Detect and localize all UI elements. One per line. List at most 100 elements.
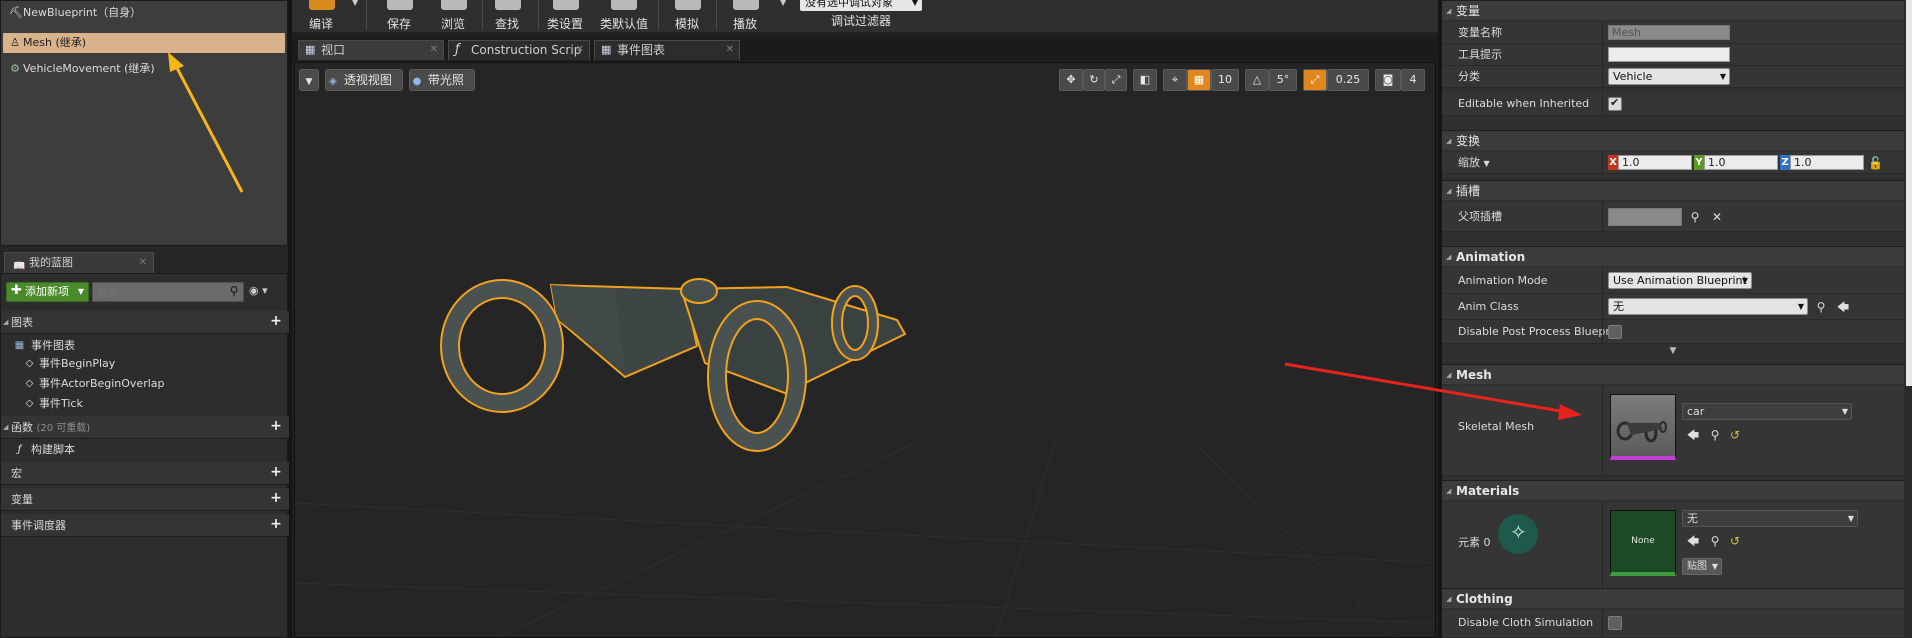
material-combo[interactable]: 无 ▼ [1682, 510, 1858, 527]
simulate-button[interactable]: 模拟 [662, 0, 712, 32]
add-dispatcher-button[interactable]: + [269, 517, 283, 532]
reset-icon[interactable]: ↺ [1728, 428, 1742, 442]
surface-snap-icon[interactable]: ⌖ [1163, 69, 1187, 91]
disable-cloth-checkbox[interactable] [1608, 616, 1622, 630]
view-options-icon[interactable]: ◉ ▾ [249, 284, 283, 298]
use-selected-arrow-icon[interactable]: 🡄 [1836, 300, 1850, 314]
search-icon[interactable]: ⚲ [1708, 534, 1722, 548]
section-variables[interactable]: 变量 + [1, 488, 289, 511]
car-skeletal-mesh[interactable] [440, 278, 907, 452]
play-options-chevron-icon[interactable]: ▼ [780, 0, 786, 7]
variable-name-field[interactable]: Mesh [1608, 25, 1730, 40]
disable-post-process-checkbox[interactable] [1608, 325, 1622, 339]
class-settings-button[interactable]: 类设置 [540, 0, 590, 32]
section-functions[interactable]: ◢ 函数 (20 可重载) + [1, 416, 289, 439]
add-function-button[interactable]: + [269, 419, 283, 434]
search-icon[interactable]: ⚲ [1814, 300, 1828, 314]
close-icon[interactable]: ✕ [139, 253, 147, 273]
details-scrollbar[interactable] [1906, 0, 1912, 386]
category-variable[interactable]: ◢ 变量 [1442, 0, 1904, 20]
anim-class-combo[interactable]: 无 ▼ [1608, 298, 1808, 315]
category-transform[interactable]: ◢ 变换 [1442, 130, 1904, 150]
search-input[interactable] [92, 282, 244, 302]
component-item-vehicle-movement[interactable]: ⚙ VehicleMovement (继承) [3, 59, 285, 79]
use-selected-arrow-icon[interactable]: 🡄 [1686, 534, 1700, 548]
prop-skeletal-mesh: Skeletal Mesh car ▼ 🡄 ⚲ ↺ [1442, 386, 1904, 476]
event-graph-item[interactable]: ▦ 事件图表 [1, 336, 289, 356]
browse-button[interactable]: 浏览 [428, 0, 478, 32]
camera-speed-value[interactable]: 4 [1401, 69, 1425, 91]
event-label: 事件ActorBeginOverlap [39, 377, 165, 390]
animation-mode-combo[interactable]: Use Animation Blueprint ▼ [1608, 272, 1752, 289]
close-icon[interactable]: ✕ [576, 41, 584, 59]
tab-event-graph[interactable]: ▦ 事件图表 ✕ [594, 40, 740, 60]
category-animation[interactable]: ◢ Animation [1442, 246, 1904, 266]
rotate-icon[interactable]: ↻ [1083, 69, 1105, 91]
skeletal-mesh-combo[interactable]: car ▼ [1682, 403, 1852, 420]
search-icon[interactable]: ⚲ [1708, 428, 1722, 442]
reset-icon[interactable]: ↺ [1728, 534, 1742, 548]
tab-my-blueprint[interactable]: 📖 我的蓝图 ✕ [4, 252, 154, 273]
world-local-icon[interactable]: ◧ [1133, 69, 1157, 91]
tab-viewport[interactable]: ▦ 视口 ✕ [298, 40, 444, 60]
lock-icon[interactable]: 🔓 [1868, 156, 1883, 170]
texture-dropdown[interactable]: 贴图 ▼ [1682, 558, 1722, 575]
category-clothing[interactable]: ◢ Clothing [1442, 588, 1904, 608]
scale-x-field[interactable]: 1.0 [1618, 155, 1692, 170]
find-button[interactable]: 查找 [482, 0, 532, 32]
section-dispatchers[interactable]: 事件调度器 + [1, 514, 289, 537]
lit-button[interactable]: ● 带光照 [409, 69, 475, 91]
debug-object-select[interactable]: 没有选中调试对象 ▼ [800, 0, 922, 11]
section-graphs[interactable]: ◢ 图表 + [1, 311, 289, 334]
save-button[interactable]: 保存 [374, 0, 424, 32]
editable-inherited-checkbox[interactable] [1608, 96, 1622, 111]
scale-z-field[interactable]: 1.0 [1790, 155, 1864, 170]
category-materials[interactable]: ◢ Materials [1442, 480, 1904, 500]
category-mesh[interactable]: ◢ Mesh [1442, 364, 1904, 384]
construction-script-item[interactable]: ƒ 构建脚本 [1, 440, 289, 460]
material-thumbnail[interactable]: None [1610, 510, 1676, 576]
use-selected-arrow-icon[interactable]: 🡄 [1686, 428, 1700, 442]
chevron-down-icon: ▼ [1719, 72, 1726, 81]
skeletal-mesh-thumbnail[interactable] [1610, 394, 1676, 460]
translate-icon[interactable]: ✥ [1059, 69, 1083, 91]
scale-snap-value[interactable]: 0.25 [1327, 69, 1369, 91]
camera-speed-icon[interactable]: ◙ [1375, 69, 1401, 91]
clear-icon[interactable]: ✕ [1710, 210, 1724, 224]
close-icon[interactable]: ✕ [726, 41, 734, 59]
add-variable-button[interactable]: + [269, 491, 283, 506]
section-macros[interactable]: 宏 + [1, 462, 289, 485]
add-graph-button[interactable]: + [269, 314, 283, 329]
viewport[interactable]: ▼ ◈ 透视视图 ● 带光照 ✥ ↻ ⤢ ◧ ⌖ ▦ 10 △ 5° ⤢ 0.2… [294, 62, 1436, 638]
rotation-snap-value[interactable]: 5° [1269, 69, 1297, 91]
close-icon[interactable]: ✕ [430, 41, 438, 59]
search-icon[interactable]: ⚲ [227, 284, 241, 298]
event-item[interactable]: ◇ 事件BeginPlay [1, 354, 289, 374]
parent-socket-field[interactable] [1608, 208, 1682, 226]
event-item[interactable]: ◇ 事件ActorBeginOverlap [1, 374, 289, 394]
tooltip-field[interactable] [1608, 47, 1730, 62]
tab-construction-script[interactable]: ƒ Construction Scrip ✕ [448, 40, 590, 60]
category-sockets[interactable]: ◢ 插槽 [1442, 180, 1904, 200]
compile-options-chevron-icon[interactable]: ▼ [352, 0, 358, 7]
grid-snap-icon[interactable]: ▦ [1187, 69, 1211, 91]
scale-snap-icon[interactable]: ⤢ [1303, 69, 1327, 91]
search-icon[interactable]: ⚲ [1688, 210, 1702, 224]
event-item[interactable]: ◇ 事件Tick [1, 394, 289, 414]
scale-icon[interactable]: ⤢ [1105, 69, 1127, 91]
compile-button[interactable]: 编译 [296, 0, 346, 32]
viewport-options-button[interactable]: ▼ [299, 69, 319, 91]
scale-y-field[interactable]: 1.0 [1704, 155, 1778, 170]
add-macro-button[interactable]: + [269, 465, 283, 480]
play-button[interactable]: 播放 [720, 0, 770, 32]
class-defaults-button[interactable]: 类默认值 [594, 0, 654, 32]
add-new-button[interactable]: ✚ 添加新项 ▼ [6, 282, 89, 302]
perspective-button[interactable]: ◈ 透视视图 [325, 69, 403, 91]
chevron-down-icon[interactable]: ▼ [1484, 159, 1490, 168]
show-advanced-icon[interactable]: ▼ [1442, 344, 1904, 358]
component-root[interactable]: ⛏ NewBlueprint（自身） [3, 3, 285, 23]
rotation-snap-icon[interactable]: △ [1245, 69, 1269, 91]
category-combo[interactable]: Vehicle ▼ [1608, 68, 1730, 85]
component-item-mesh[interactable]: ♙ Mesh (继承) [3, 33, 285, 53]
grid-snap-value[interactable]: 10 [1211, 69, 1239, 91]
